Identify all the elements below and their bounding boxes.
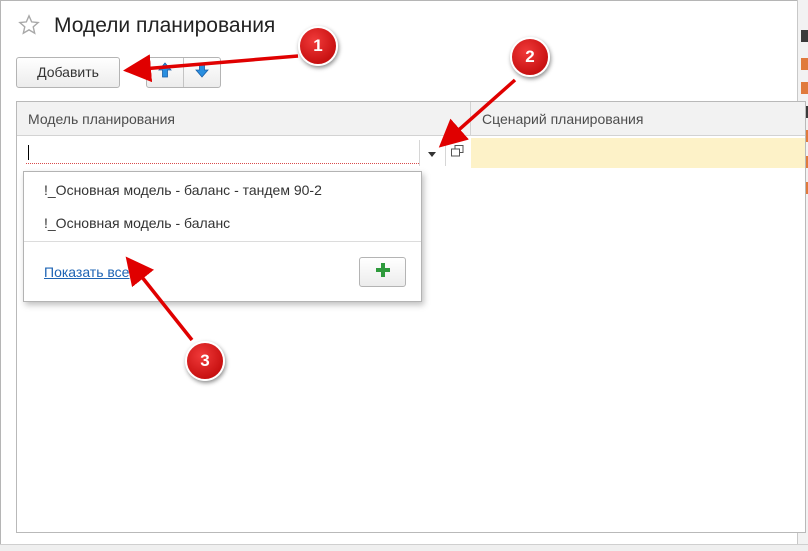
triangle-down-icon: [427, 144, 436, 162]
annotation-badge-1: 1: [298, 26, 338, 66]
move-down-button[interactable]: [183, 58, 220, 87]
show-all-link[interactable]: Показать все: [44, 264, 129, 280]
dropdown-item[interactable]: !_Основная модель - баланс - тандем 90-2: [44, 182, 322, 198]
choice-dropdown: !_Основная модель - баланс - тандем 90-2…: [23, 171, 422, 302]
dropdown-button[interactable]: [419, 140, 443, 166]
table-row-editing: [17, 137, 805, 169]
move-button-group: [146, 57, 221, 88]
column-header-model[interactable]: Модель планирования: [28, 102, 175, 136]
model-input[interactable]: [26, 142, 419, 164]
annotation-badge-2: 2: [510, 37, 550, 77]
arrow-down-icon: [195, 62, 209, 83]
page-title: Модели планирования: [54, 14, 276, 37]
column-separator: [470, 102, 471, 136]
background-window-edge-bottom: [0, 544, 808, 551]
text-cursor: [28, 145, 29, 160]
dropdown-item[interactable]: !_Основная модель - баланс: [44, 215, 230, 231]
open-button[interactable]: [445, 140, 469, 166]
create-new-button[interactable]: [359, 257, 406, 287]
move-up-button[interactable]: [147, 58, 183, 87]
open-window-icon: [451, 144, 464, 162]
edge-marker: [801, 82, 808, 94]
annotation-badge-3: 3: [185, 341, 225, 381]
arrow-up-icon: [158, 62, 172, 83]
divider: [24, 241, 421, 242]
add-button[interactable]: Добавить: [16, 57, 120, 88]
table-header: Модель планирования Сценарий планировани…: [17, 102, 805, 136]
edge-marker: [801, 30, 808, 42]
favorite-star-icon[interactable]: [18, 14, 40, 41]
column-header-scenario[interactable]: Сценарий планирования: [482, 102, 643, 136]
plus-icon: [375, 262, 390, 282]
scenario-cell[interactable]: [471, 138, 805, 168]
planning-models-table: Модель планирования Сценарий планировани…: [16, 101, 806, 533]
edge-marker: [801, 58, 808, 70]
